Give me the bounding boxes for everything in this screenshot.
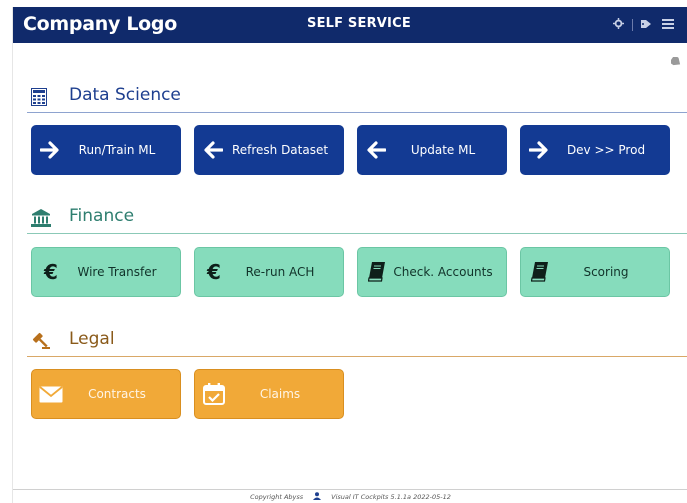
section-title: Finance	[69, 206, 135, 226]
version-text: Visual IT Cockpits 5.1.1a 2022-05-12	[331, 492, 451, 501]
envelope-icon	[38, 381, 64, 407]
section-title: Data Science	[69, 85, 181, 105]
company-logo[interactable]: Company Logo	[23, 13, 177, 35]
footer: Copyright Abyss Visual IT Cockpits 5.1.1…	[13, 489, 687, 503]
gavel-icon	[31, 332, 51, 352]
tile-label: Refresh Dataset	[231, 143, 329, 157]
update-ml-button[interactable]: Update ML	[357, 125, 507, 175]
arrow-left-icon	[200, 137, 226, 163]
claims-button[interactable]: Claims	[194, 369, 344, 419]
tile-label: Contracts	[88, 387, 146, 401]
arrow-right-icon	[526, 137, 552, 163]
run-train-ml-button[interactable]: Run/Train ML	[31, 125, 181, 175]
app-frame: Company Logo SELF SERVICE Data Science R…	[12, 7, 687, 503]
tile-label: Check. Accounts	[393, 265, 493, 279]
calendar-check-icon	[201, 381, 227, 407]
book-icon	[364, 259, 390, 285]
section-divider	[27, 112, 687, 113]
arrow-left-icon	[363, 137, 389, 163]
list-icon[interactable]	[662, 18, 674, 32]
bank-icon	[31, 209, 51, 229]
section-title: Legal	[69, 329, 115, 349]
tag-icon[interactable]	[669, 51, 681, 70]
tile-label: Claims	[259, 387, 301, 401]
app-title: SELF SERVICE	[307, 16, 411, 31]
wire-transfer-button[interactable]: € Wire Transfer	[31, 247, 181, 297]
top-bar: Company Logo SELF SERVICE	[13, 7, 687, 43]
tags-icon[interactable]	[641, 19, 654, 32]
scoring-button[interactable]: Scoring	[520, 247, 670, 297]
contracts-button[interactable]: Contracts	[31, 369, 181, 419]
tile-label: Update ML	[410, 143, 476, 157]
check-accounts-button[interactable]: Check. Accounts	[357, 247, 507, 297]
rerun-ach-button[interactable]: € Re-run ACH	[194, 247, 344, 297]
divider	[632, 19, 633, 31]
copyright-text: Copyright Abyss	[250, 492, 304, 501]
user-icon	[313, 491, 322, 502]
refresh-dataset-button[interactable]: Refresh Dataset	[194, 125, 344, 175]
section-divider	[27, 356, 687, 357]
euro-icon: €	[207, 260, 221, 284]
tile-label: Scoring	[583, 265, 629, 279]
section-legal: Legal	[27, 327, 687, 357]
tile-label: Dev >> Prod	[566, 143, 646, 157]
top-icons	[613, 18, 674, 32]
book-icon	[527, 259, 553, 285]
calculator-icon	[31, 88, 51, 108]
arrow-right-icon	[37, 137, 63, 163]
section-data-science: Data Science	[27, 83, 687, 113]
tile-label: Wire Transfer	[77, 265, 157, 279]
euro-icon: €	[44, 260, 58, 284]
section-divider	[27, 233, 687, 234]
gear-icon[interactable]	[613, 18, 624, 32]
tile-label: Re-run ACH	[245, 265, 315, 279]
dev-to-prod-button[interactable]: Dev >> Prod	[520, 125, 670, 175]
section-finance: Finance	[27, 204, 687, 234]
tile-label: Run/Train ML	[78, 143, 156, 157]
